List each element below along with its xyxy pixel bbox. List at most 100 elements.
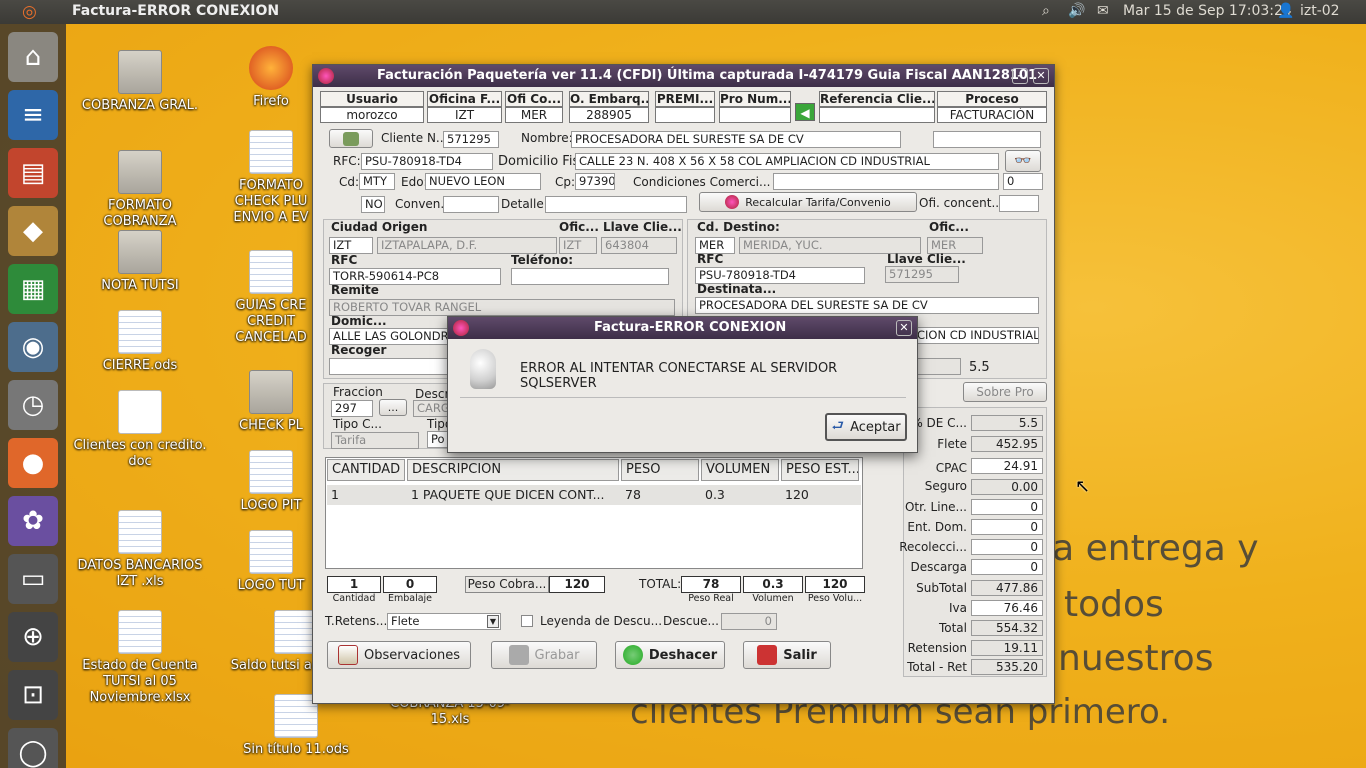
find-files-icon[interactable]: ⊡ <box>8 670 58 720</box>
network-icon[interactable]: ⌕ <box>1042 3 1050 19</box>
origen-code-field[interactable]: IZT <box>329 237 373 254</box>
clock[interactable]: Mar 15 de Sep 17:03:24 <box>1123 3 1292 19</box>
mail-client-icon[interactable]: ◷ <box>8 380 58 430</box>
chevron-down-icon[interactable]: ▼ <box>487 615 499 628</box>
recalcular-button[interactable]: Recalcular Tarifa/Convenio <box>699 192 917 212</box>
desktop-icon[interactable]: Firefo <box>226 46 316 110</box>
observaciones-button[interactable]: Observaciones <box>327 641 471 669</box>
folder-icon <box>118 150 162 194</box>
cpac-value[interactable]: 24.91 <box>971 458 1043 474</box>
home-folder-icon[interactable]: ⌂ <box>8 32 58 82</box>
desktop-icon[interactable]: FORMATO CHECK PLU ENVIO A EV <box>226 130 316 226</box>
ent-dom-value[interactable]: 0 <box>971 519 1043 535</box>
cp-field[interactable]: 97390 <box>575 173 615 190</box>
app-running-icon[interactable]: ✿ <box>8 496 58 546</box>
impress-icon[interactable]: ▤ <box>8 148 58 198</box>
descarga-value[interactable]: 0 <box>971 559 1043 575</box>
binoculars-button[interactable]: 👓 <box>1005 150 1041 172</box>
col-cantidad[interactable]: CANTIDAD <box>327 459 405 481</box>
ofi-concent-field[interactable] <box>999 195 1039 212</box>
desktop-icon[interactable]: GUIAS CRE CREDIT CANCELAD <box>226 250 316 346</box>
tarifa-select[interactable]: Tarifa <box>331 432 419 449</box>
software-center-icon[interactable]: ◆ <box>8 206 58 256</box>
desktop-icon[interactable]: CHECK PL <box>226 370 316 434</box>
mail-icon[interactable]: ✉ <box>1097 3 1109 19</box>
dialog-titlebar[interactable]: Factura-ERROR CONEXION ✕ <box>448 317 917 339</box>
iva-value[interactable]: 76.46 <box>971 600 1043 616</box>
col-peso[interactable]: PESO <box>621 459 699 481</box>
col-volumen[interactable]: VOLUMEN <box>701 459 779 481</box>
calc-icon[interactable]: ▦ <box>8 264 58 314</box>
desktop-icon[interactable]: CIERRE.ods <box>70 310 210 374</box>
embalaje-caption: Embalaje <box>387 593 433 604</box>
edo-field[interactable]: NUEVO LEON <box>425 173 541 190</box>
sobre-pro-button[interactable]: Sobre Pro <box>963 382 1047 402</box>
desktop-icon[interactable]: COBRANZA GRAL. <box>70 50 210 114</box>
desktop-icon[interactable]: LOGO TUT <box>226 530 316 594</box>
search-client-button[interactable] <box>329 129 373 148</box>
domicilio-field[interactable]: CALLE 23 N. 408 X 56 X 58 COL AMPLIACION… <box>575 153 999 170</box>
rfc-field[interactable]: PSU-780918-TD4 <box>361 153 493 170</box>
fraccion-field[interactable]: 297 <box>331 400 373 417</box>
otr-line-label: Otr. Line... <box>904 500 967 514</box>
aceptar-button[interactable]: ⮐ Aceptar <box>825 413 907 441</box>
window-titlebar[interactable]: Facturación Paquetería ver 11.4 (CFDI) Ú… <box>313 65 1054 87</box>
desktop-icon[interactable]: LOGO PIT <box>226 450 316 514</box>
ubuntu-logo-icon[interactable]: ◎ <box>22 2 37 22</box>
telefono-field[interactable] <box>511 268 669 285</box>
otr-line-value[interactable]: 0 <box>971 499 1043 515</box>
media-player-icon[interactable]: ◉ <box>8 322 58 372</box>
dialog-close-button[interactable]: ✕ <box>896 320 912 336</box>
origen-ofic-field: IZT <box>559 237 597 254</box>
peso-vol-total: 120 <box>805 576 865 593</box>
workspace-icon[interactable]: ▭ <box>8 554 58 604</box>
user-icon[interactable]: 👤 <box>1277 3 1294 19</box>
trash-icon[interactable]: ◯ <box>8 728 58 768</box>
descue-field[interactable]: 0 <box>721 613 777 630</box>
image-icon <box>249 530 293 574</box>
writer-icon[interactable]: ≡ <box>8 90 58 140</box>
condiciones-field[interactable] <box>773 173 999 190</box>
no-field[interactable]: NO <box>361 196 385 213</box>
condiciones-num-field[interactable]: 0 <box>1003 173 1043 190</box>
condiciones-label: Condiciones Comerci... <box>633 175 771 189</box>
referencia-value[interactable] <box>819 107 935 123</box>
recoleccion-value[interactable]: 0 <box>971 539 1043 555</box>
col-peso-est[interactable]: PESO EST... <box>781 459 859 481</box>
close-button[interactable]: ✕ <box>1033 68 1049 84</box>
desktop-icon[interactable]: FORMATO COBRANZA <box>70 150 210 230</box>
leyenda-checkbox[interactable] <box>521 615 533 627</box>
desktop-icon[interactable]: DATOS BANCARIOS IZT .xls <box>70 510 210 590</box>
arrow-left-icon[interactable]: ◀ <box>795 103 815 121</box>
detalle-field[interactable] <box>545 196 687 213</box>
tretens-select[interactable]: Flete <box>387 613 501 630</box>
grabar-button[interactable]: Grabar <box>491 641 597 669</box>
conven-field[interactable] <box>443 196 499 213</box>
people-icon <box>343 131 359 146</box>
desktop-icon[interactable]: NOTA TUTSI <box>70 230 210 294</box>
destinatario-field[interactable]: PROCESADORA DEL SURESTE SA DE CV <box>695 297 1039 314</box>
desktop-icon[interactable]: Estado de Cuenta TUTSI al 05 Noviembre.x… <box>70 610 210 706</box>
tipo-field[interactable]: Po <box>427 431 449 448</box>
destino-domic-field[interactable]: CION CD INDUSTRIAL <box>913 327 1039 344</box>
origen-ciudad-field: IZTAPALAPA, D.F. <box>377 237 557 254</box>
col-descripcion[interactable]: DESCRIPCION <box>407 459 619 481</box>
cliente-number-field[interactable]: 571295 <box>443 131 499 148</box>
search-icon[interactable]: ⊕ <box>8 612 58 662</box>
ofi-co-header: Ofi Co... <box>505 91 563 107</box>
deshacer-button[interactable]: Deshacer <box>615 641 725 669</box>
salir-button[interactable]: Salir <box>743 641 831 669</box>
peso-cobra-value: 120 <box>549 576 605 593</box>
cd-field[interactable]: MTY <box>359 173 395 190</box>
desktop-icon[interactable]: Clientes con credito. doc <box>70 390 210 470</box>
minimize-button[interactable]: – <box>1012 68 1028 84</box>
recoger-label: Recoger <box>331 343 387 357</box>
volume-icon[interactable]: 🔊 <box>1068 3 1085 19</box>
nombre-field[interactable]: PROCESADORA DEL SURESTE SA DE CV <box>571 131 901 148</box>
conven-label: Conven. <box>395 197 445 211</box>
firefox-icon[interactable]: ● <box>8 438 58 488</box>
extra-field[interactable] <box>933 131 1041 148</box>
user-name[interactable]: izt-02 <box>1300 3 1340 19</box>
fraccion-browse-button[interactable]: ... <box>379 399 407 416</box>
usuario-value: morozco <box>320 107 424 123</box>
